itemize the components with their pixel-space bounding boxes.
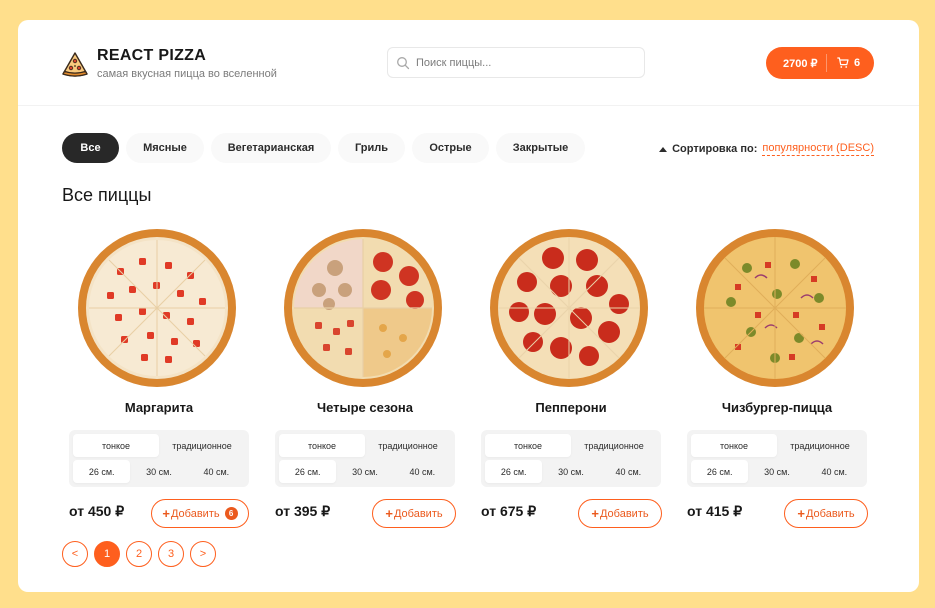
cart-button[interactable]: 2700 ₽ 6 bbox=[766, 47, 874, 79]
cart-total: 2700 ₽ bbox=[783, 57, 818, 70]
pagination-prev[interactable]: < bbox=[62, 541, 88, 567]
category-all[interactable]: Все bbox=[62, 133, 119, 163]
size-option-30[interactable]: 30 см. bbox=[336, 460, 393, 483]
size-option-40[interactable]: 40 см. bbox=[806, 460, 863, 483]
plus-icon: + bbox=[162, 506, 170, 521]
pagination-page-3[interactable]: 3 bbox=[158, 541, 184, 567]
pizza-name: Маргарита bbox=[124, 400, 194, 415]
size-option-26[interactable]: 26 см. bbox=[73, 460, 131, 483]
search-icon bbox=[397, 56, 410, 69]
add-button[interactable]: + Добавить 6 bbox=[151, 499, 249, 528]
pizza-price: от 450 ₽ bbox=[69, 503, 125, 519]
type-option-traditional[interactable]: традиционное bbox=[159, 434, 245, 457]
logo-title: REACT PIZZA bbox=[97, 47, 207, 64]
size-option-30[interactable]: 30 см. bbox=[748, 460, 805, 483]
pizza-image bbox=[490, 229, 648, 387]
pagination-next[interactable]: > bbox=[190, 541, 216, 567]
type-option-traditional[interactable]: традиционное bbox=[777, 434, 863, 457]
pizza-price: от 395 ₽ bbox=[275, 503, 331, 519]
type-option-thin[interactable]: тонкое bbox=[279, 434, 365, 457]
app-wrapper: REACT PIZZA самая вкусная пицца во вселе… bbox=[18, 20, 919, 592]
cart-count: 6 bbox=[854, 57, 861, 69]
add-label: Добавить bbox=[393, 507, 443, 520]
type-option-thin[interactable]: тонкое bbox=[691, 434, 777, 457]
search-box[interactable] bbox=[387, 47, 645, 78]
sort-arrow-icon[interactable] bbox=[659, 146, 668, 152]
pizza-options: тонкое традиционное 26 см. 30 см. 40 см. bbox=[687, 430, 867, 487]
pizza-options: тонкое традиционное 26 см. 30 см. 40 см. bbox=[481, 430, 661, 487]
logo-subtitle: самая вкусная пицца во вселенной bbox=[97, 68, 277, 80]
categories: Все Мясные Вегетарианская Гриль Острые З… bbox=[62, 133, 592, 163]
size-option-30[interactable]: 30 см. bbox=[542, 460, 599, 483]
pagination-page-1[interactable]: 1 bbox=[94, 541, 120, 567]
type-option-thin[interactable]: тонкое bbox=[73, 434, 159, 457]
pizza-name: Чизбургер-пицца bbox=[721, 400, 833, 415]
logo[interactable]: REACT PIZZA самая вкусная пицца во вселе… bbox=[62, 46, 277, 81]
pizza-options: тонкое традиционное 26 см. 30 см. 40 см. bbox=[275, 430, 455, 487]
category-meat[interactable]: Мясные bbox=[126, 133, 204, 163]
type-option-thin[interactable]: тонкое bbox=[485, 434, 571, 457]
pizza-options: тонкое традиционное 26 см. 30 см. 40 см. bbox=[69, 430, 249, 487]
size-option-26[interactable]: 26 см. bbox=[485, 460, 543, 483]
add-count-badge: 6 bbox=[224, 507, 238, 520]
header: REACT PIZZA самая вкусная пицца во вселе… bbox=[18, 20, 919, 106]
pizza-image bbox=[78, 229, 236, 387]
category-grill[interactable]: Гриль bbox=[338, 133, 405, 163]
sort-label: Сортировка по: bbox=[672, 143, 758, 155]
add-label: Добавить bbox=[599, 507, 649, 520]
size-option-40[interactable]: 40 см. bbox=[188, 460, 245, 483]
pizza-slice-icon bbox=[62, 51, 88, 77]
category-closed[interactable]: Закрытые bbox=[496, 133, 585, 163]
sort: Сортировка по: популярности (DESC) bbox=[659, 142, 874, 156]
pagination: < 1 2 3 > bbox=[62, 541, 222, 567]
size-option-30[interactable]: 30 см. bbox=[130, 460, 187, 483]
sort-value[interactable]: популярности (DESC) bbox=[762, 142, 874, 156]
category-vegetarian[interactable]: Вегетарианская bbox=[211, 133, 331, 163]
pizza-image bbox=[696, 229, 854, 387]
cart-divider bbox=[826, 54, 827, 72]
plus-icon: + bbox=[797, 506, 805, 521]
pizza-image bbox=[284, 229, 442, 387]
page-title: Все пиццы bbox=[62, 185, 152, 205]
category-spicy[interactable]: Острые bbox=[412, 133, 489, 163]
pizza-name: Четыре сезона bbox=[316, 400, 414, 415]
add-button[interactable]: + Добавить bbox=[372, 499, 456, 528]
size-option-40[interactable]: 40 см. bbox=[394, 460, 451, 483]
pizza-price: от 675 ₽ bbox=[481, 503, 537, 519]
search-input[interactable] bbox=[416, 56, 616, 69]
plus-icon: + bbox=[385, 506, 393, 521]
add-label: Добавить bbox=[170, 507, 220, 520]
cart-icon bbox=[837, 57, 849, 68]
size-option-26[interactable]: 26 см. bbox=[691, 460, 749, 483]
size-option-26[interactable]: 26 см. bbox=[279, 460, 337, 483]
add-button[interactable]: + Добавить bbox=[578, 499, 662, 528]
type-option-traditional[interactable]: традиционное bbox=[365, 434, 451, 457]
pizza-name: Пепперони bbox=[535, 400, 607, 415]
pagination-page-2[interactable]: 2 bbox=[126, 541, 152, 567]
pizza-price: от 415 ₽ bbox=[687, 503, 743, 519]
add-label: Добавить bbox=[805, 507, 855, 520]
type-option-traditional[interactable]: традиционное bbox=[571, 434, 657, 457]
add-button[interactable]: + Добавить bbox=[784, 499, 868, 528]
size-option-40[interactable]: 40 см. bbox=[600, 460, 657, 483]
plus-icon: + bbox=[591, 506, 599, 521]
